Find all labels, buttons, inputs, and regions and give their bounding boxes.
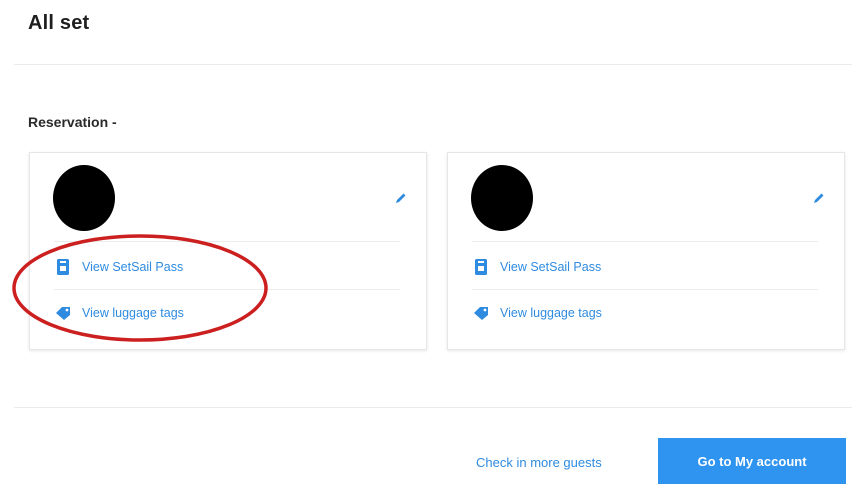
guest-card: View SetSail Pass View luggage tags [29, 152, 427, 350]
guest-card: View SetSail Pass View luggage tags [447, 152, 845, 350]
card-divider [54, 289, 400, 290]
check-in-more-guests-link[interactable]: Check in more guests [476, 455, 602, 470]
tag-icon [472, 304, 490, 322]
card-divider [472, 289, 818, 290]
view-setsail-pass-label: View SetSail Pass [500, 260, 602, 274]
view-setsail-pass-link[interactable]: View SetSail Pass [54, 258, 183, 276]
edit-icon[interactable] [394, 191, 408, 205]
go-to-my-account-button[interactable]: Go to My account [658, 438, 846, 484]
tag-icon [54, 304, 72, 322]
view-setsail-pass-label: View SetSail Pass [82, 260, 184, 274]
edit-icon[interactable] [812, 191, 826, 205]
avatar [471, 165, 533, 231]
avatar [53, 165, 115, 231]
view-luggage-tags-link[interactable]: View luggage tags [472, 304, 602, 322]
view-setsail-pass-link[interactable]: View SetSail Pass [472, 258, 601, 276]
card-divider [472, 241, 818, 242]
page-title: All set [28, 12, 90, 34]
view-luggage-tags-link[interactable]: View luggage tags [54, 304, 184, 322]
view-luggage-tags-label: View luggage tags [82, 306, 184, 320]
pass-icon [54, 258, 72, 276]
footer-divider [14, 407, 852, 408]
reservation-label: Reservation - [28, 114, 117, 130]
card-divider [54, 241, 400, 242]
header-divider [14, 64, 852, 65]
pass-icon [472, 258, 490, 276]
view-luggage-tags-label: View luggage tags [500, 306, 602, 320]
